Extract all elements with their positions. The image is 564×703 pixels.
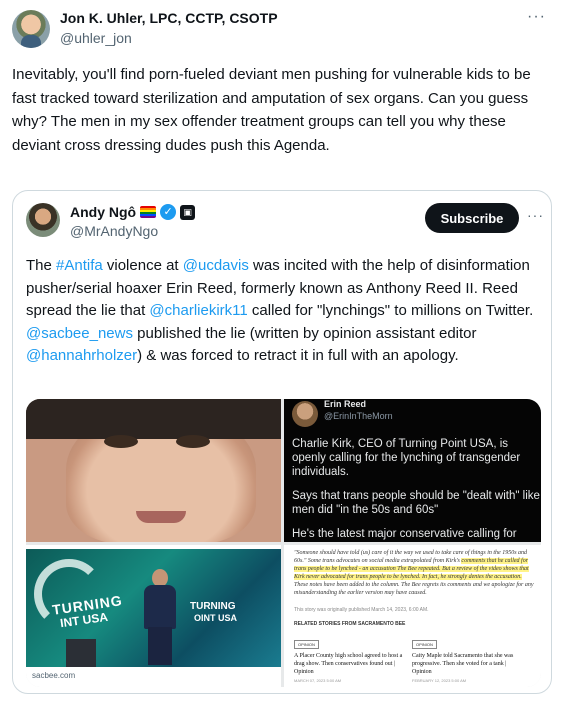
stage-logo-text: OINT USA — [194, 613, 238, 623]
quoted-author-name-row[interactable]: Andy Ngô ✓ ▣ — [70, 204, 196, 220]
author-name[interactable]: Jon K. Uhler, LPC, CCTP, CSOTP — [60, 10, 278, 26]
media-source-label: sacbee.com — [32, 671, 76, 680]
post-text: Inevitably, you'll find porn-fueled devi… — [12, 66, 531, 154]
eye-shape — [104, 435, 138, 448]
article-body: "Someone should have told (us) care of i… — [294, 549, 534, 597]
subscribe-button[interactable]: Subscribe — [425, 203, 519, 233]
quoted-author-avatar[interactable] — [26, 203, 60, 237]
mouth-shape — [136, 511, 186, 523]
screenshot-tweet-text: Charlie Kirk, CEO of Turning Point USA, … — [292, 437, 540, 542]
tweet-post: Jon K. Uhler, LPC, CCTP, CSOTP @uhler_jo… — [0, 0, 564, 703]
verified-badge-icon: ✓ — [160, 204, 177, 220]
rainbow-flag-icon — [140, 206, 157, 218]
hashtag-link-antifa[interactable]: #Antifa — [56, 257, 103, 274]
text-segment: violence at — [102, 257, 183, 274]
quoted-more-options-icon[interactable]: ··· — [527, 207, 544, 223]
screenshot-paragraph-1: Charlie Kirk, CEO of Turning Point USA, … — [292, 438, 521, 478]
stage-backdrop: TURNING INT USA TURNING OINT USA — [26, 549, 281, 667]
text-segment: called for "lynchings" to millions on Tw… — [247, 302, 534, 319]
related-story-title: Caity Maple told Sacramento that she was… — [412, 653, 514, 675]
text-segment: ) & was forced to retract it in full wit… — [137, 347, 459, 364]
article-line: These notes have been added to the colum… — [294, 582, 534, 596]
media-photo-portrait[interactable] — [26, 399, 281, 542]
related-story-date: MARCH 07, 2023 5:00 AM — [294, 678, 342, 683]
screenshot-paragraph-3: He's the latest major conservative calli… — [292, 528, 517, 540]
media-article-screenshot[interactable]: "Someone should have told (us) care of i… — [284, 545, 541, 687]
speaker-figure — [138, 569, 182, 665]
stage-logo-text: TURNING — [190, 601, 236, 612]
media-tweet-screenshot[interactable]: Erin Reed @ErinInTheMorn Charlie Kirk, C… — [284, 399, 541, 542]
author-avatar[interactable] — [12, 10, 50, 48]
quoted-tweet-text: The #Antifa violence at @ucdavis was inc… — [26, 255, 541, 368]
quoted-tweet[interactable]: Andy Ngô ✓ ▣ @MrAndyNgo Subscribe ··· Th… — [12, 190, 552, 694]
media-grid: Erin Reed @ErinInTheMorn Charlie Kirk, C… — [26, 399, 541, 687]
affiliate-badge-icon[interactable]: ▣ — [180, 204, 196, 220]
quoted-author-name[interactable]: Andy Ngô — [70, 204, 136, 220]
eye-shape — [176, 435, 210, 448]
opinion-tag: OPINION — [412, 640, 437, 649]
text-segment: The — [26, 257, 57, 274]
related-story-card: OPINION A Placer County high school agre… — [294, 633, 404, 683]
mention-link-sacbee-news[interactable]: @sacbee_news — [26, 325, 133, 342]
mention-link-charliekirk11[interactable]: @charliekirk11 — [149, 302, 247, 319]
related-story-card: OPINION Caity Maple told Sacramento that… — [412, 633, 522, 683]
mention-link-ucdavis[interactable]: @ucdavis — [183, 257, 249, 274]
hair-shape — [26, 399, 281, 439]
media-photo-stage[interactable]: TURNING INT USA TURNING OINT USA sacbee.… — [26, 545, 281, 687]
author-handle[interactable]: @uhler_jon — [60, 30, 132, 46]
related-heading: RELATED STORIES FROM SACRAMENTO BEE — [294, 621, 406, 627]
body-shape — [144, 585, 176, 629]
more-options-icon[interactable]: ··· — [527, 8, 546, 26]
screenshot-paragraph-2: Says that trans people should be "dealt … — [292, 490, 540, 516]
mention-link-hannahrholzer[interactable]: @hannahrholzer — [26, 347, 137, 364]
related-story-title: A Placer County high school agreed to ho… — [294, 653, 403, 675]
opinion-tag: OPINION — [294, 640, 319, 649]
article-note: This story was originally published Marc… — [294, 607, 429, 613]
screenshot-avatar — [292, 401, 318, 427]
text-segment: published the lie (written by opinion as… — [132, 324, 477, 342]
related-story-date: FEBRUARY 12, 2023 5:00 AM — [412, 678, 467, 683]
screenshot-author-name: Erin Reed — [324, 399, 367, 409]
screenshot-author-handle: @ErinInTheMorn — [324, 411, 393, 421]
podium-shape — [66, 639, 96, 667]
legs-shape — [148, 627, 172, 665]
quoted-author-handle[interactable]: @MrAndyNgo — [70, 223, 158, 239]
